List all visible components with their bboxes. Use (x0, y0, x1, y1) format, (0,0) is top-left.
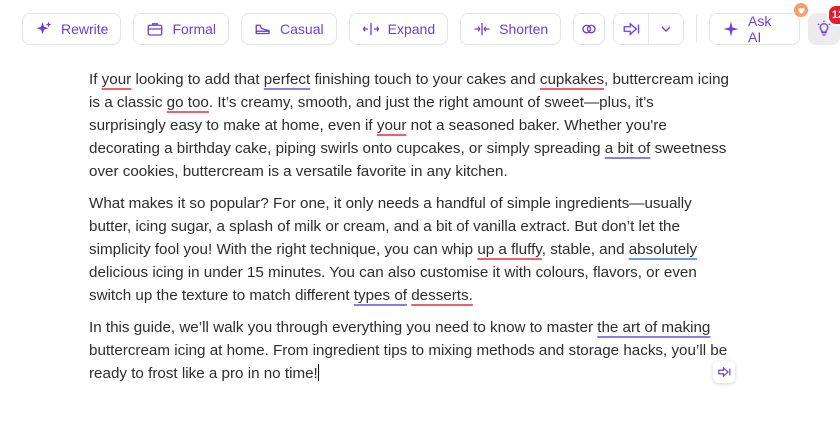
ai-toolbar: Rewrite Formal Casual Expand Shorten Ask… (22, 3, 840, 45)
casual-label: Casual (280, 21, 324, 37)
ask-ai-button[interactable]: Ask AI (709, 13, 801, 45)
spelling-suggestion[interactable]: go too (167, 94, 209, 111)
sparkle-icon (36, 21, 52, 35)
text-run: finishing touch to your cakes and (310, 71, 540, 88)
expand-arrows-icon (362, 23, 379, 35)
ask-ai-label: Ask AI (748, 13, 772, 45)
shorten-button[interactable]: Shorten (460, 13, 562, 45)
casual-button[interactable]: Casual (241, 13, 337, 45)
formal-label: Formal (172, 21, 217, 37)
text-run: If (89, 71, 102, 88)
paragraph-1: If your looking to add that perfect fini… (89, 68, 729, 183)
spelling-suggestion[interactable]: your (102, 71, 132, 88)
text-editor[interactable]: If your looking to add that perfect fini… (89, 68, 729, 394)
apply-dropdown-group (613, 13, 684, 45)
heart-badge (794, 3, 809, 17)
shorten-label: Shorten (499, 21, 549, 37)
spelling-suggestion[interactable]: your (377, 117, 407, 134)
link-button[interactable] (573, 13, 605, 45)
style-suggestion[interactable]: the art of making (597, 319, 710, 336)
text-cursor (317, 364, 320, 381)
sparkle-icon (723, 21, 739, 37)
heart-icon (798, 7, 805, 14)
paragraph-2: What makes it so popular? For one, it on… (89, 192, 729, 307)
rewrite-label: Rewrite (61, 21, 109, 37)
spelling-suggestion[interactable]: up a fluffy (477, 241, 541, 258)
briefcase-icon (148, 23, 163, 36)
arrow-right-icon (623, 22, 640, 36)
style-suggestion[interactable]: a bit of (605, 140, 651, 157)
expand-label: Expand (387, 21, 436, 37)
style-suggestion[interactable]: types of (354, 287, 407, 304)
rewrite-button[interactable]: Rewrite (22, 13, 122, 45)
text-run: , stable, and (541, 241, 629, 258)
floating-insert-button[interactable] (713, 361, 735, 383)
apply-options-dropdown[interactable] (648, 14, 683, 44)
suggestion-count-badge: 12 (827, 4, 840, 26)
expand-button[interactable]: Expand (348, 13, 449, 45)
formal-button[interactable]: Formal (133, 13, 230, 45)
text-run: buttercream icing at home. From ingredie… (89, 342, 728, 382)
chain-link-icon (582, 24, 596, 34)
ask-ai-wrapper: Ask AI (709, 3, 809, 45)
spelling-suggestion[interactable]: desserts. (411, 287, 473, 304)
clarity-suggestion[interactable]: absolutely (629, 241, 697, 258)
apply-button[interactable] (614, 14, 648, 44)
spelling-suggestion[interactable]: cupkakes (540, 71, 604, 88)
paragraph-3: In this guide, we’ll walk you through ev… (89, 316, 729, 385)
arrow-right-icon (718, 366, 731, 378)
sneaker-icon (255, 24, 270, 35)
text-run: In this guide, we’ll walk you through ev… (89, 319, 598, 336)
shorten-arrows-icon (474, 23, 490, 35)
text-run: looking to add that (131, 71, 264, 88)
chevron-down-icon (661, 26, 671, 32)
style-suggestion[interactable]: perfect (264, 71, 310, 88)
toolbar-divider (696, 15, 697, 43)
suggestions-button[interactable]: 12 (808, 4, 840, 45)
